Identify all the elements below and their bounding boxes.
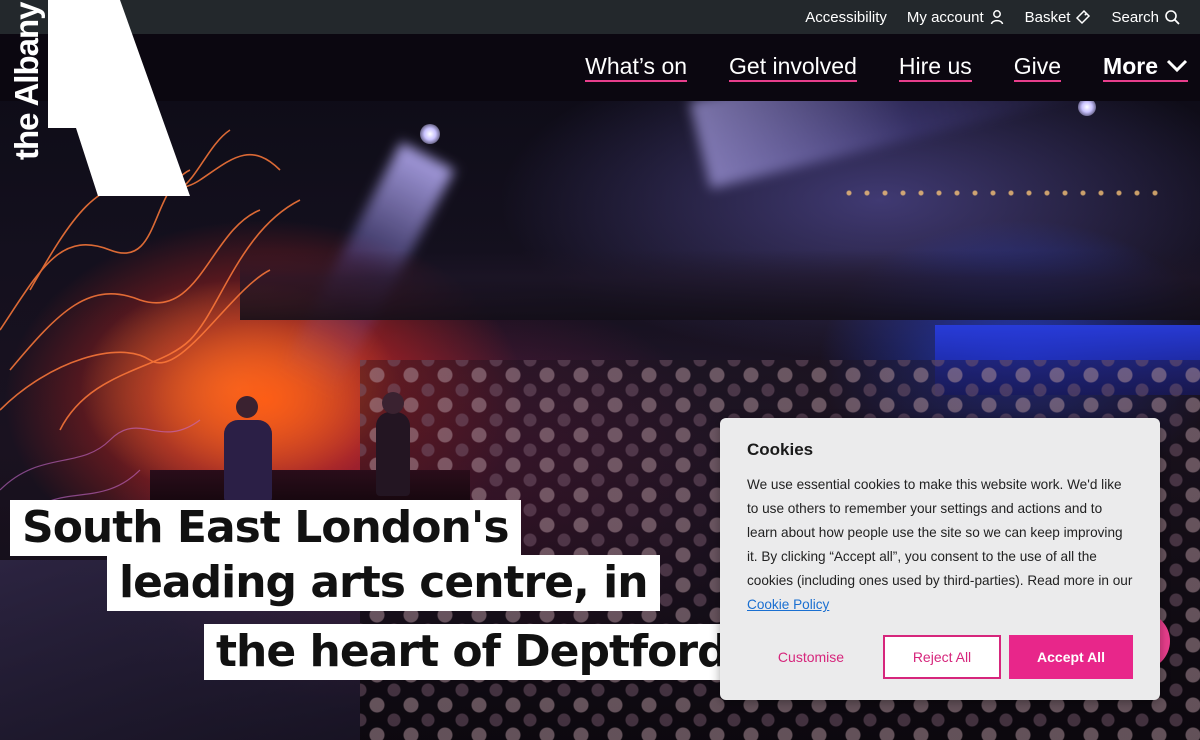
balcony-lights (840, 178, 1170, 208)
basket-label: Basket (1024, 8, 1071, 26)
chevron-down-icon (1166, 59, 1188, 73)
venue-balcony (240, 250, 1200, 320)
nav-more[interactable]: More (1103, 53, 1188, 82)
hero-headline-line-1: South East London's (10, 500, 521, 556)
cookie-dialog-title: Cookies (747, 440, 814, 459)
search-icon (1164, 9, 1180, 25)
performer (376, 412, 410, 496)
nav-give[interactable]: Give (1013, 53, 1062, 82)
search-link[interactable]: Search (1101, 9, 1190, 26)
basket-link[interactable]: Basket (1015, 9, 1102, 26)
cookie-actions: Customise Reject All Accept All (747, 635, 1133, 679)
site-logo[interactable]: the Albany (0, 0, 192, 196)
accessibility-link[interactable]: Accessibility (795, 9, 897, 26)
cookie-consent-dialog: Cookies We use essential cookies to make… (720, 418, 1160, 700)
nav-get-involved[interactable]: Get involved (729, 53, 857, 82)
nav-hire-us[interactable]: Hire us (898, 53, 972, 82)
nav-more-label: More (1103, 53, 1158, 79)
logo-wordmark: the Albany (8, 2, 45, 160)
performer-head (382, 392, 404, 414)
cookie-policy-link[interactable]: Cookie Policy (747, 597, 829, 612)
nav-whats-on[interactable]: What’s on (585, 53, 688, 82)
cookie-dialog-body: We use essential cookies to make this we… (747, 473, 1133, 617)
accept-all-button[interactable]: Accept All (1009, 635, 1133, 679)
reject-all-button[interactable]: Reject All (883, 635, 1001, 679)
hero-headline-line-2: leading arts centre, in (107, 555, 660, 611)
search-label: Search (1111, 8, 1159, 26)
hero-headline-line-3: the heart of Deptford. (204, 624, 756, 680)
cookie-dialog-text: We use essential cookies to make this we… (747, 477, 1133, 588)
stage-spotlight (420, 124, 440, 144)
basket-icon (1075, 9, 1091, 25)
my-account-label: My account (906, 8, 984, 26)
customise-button[interactable]: Customise (747, 635, 875, 679)
my-account-link[interactable]: My account (897, 9, 1015, 26)
accessibility-label: Accessibility (805, 8, 887, 26)
user-icon (989, 9, 1005, 25)
